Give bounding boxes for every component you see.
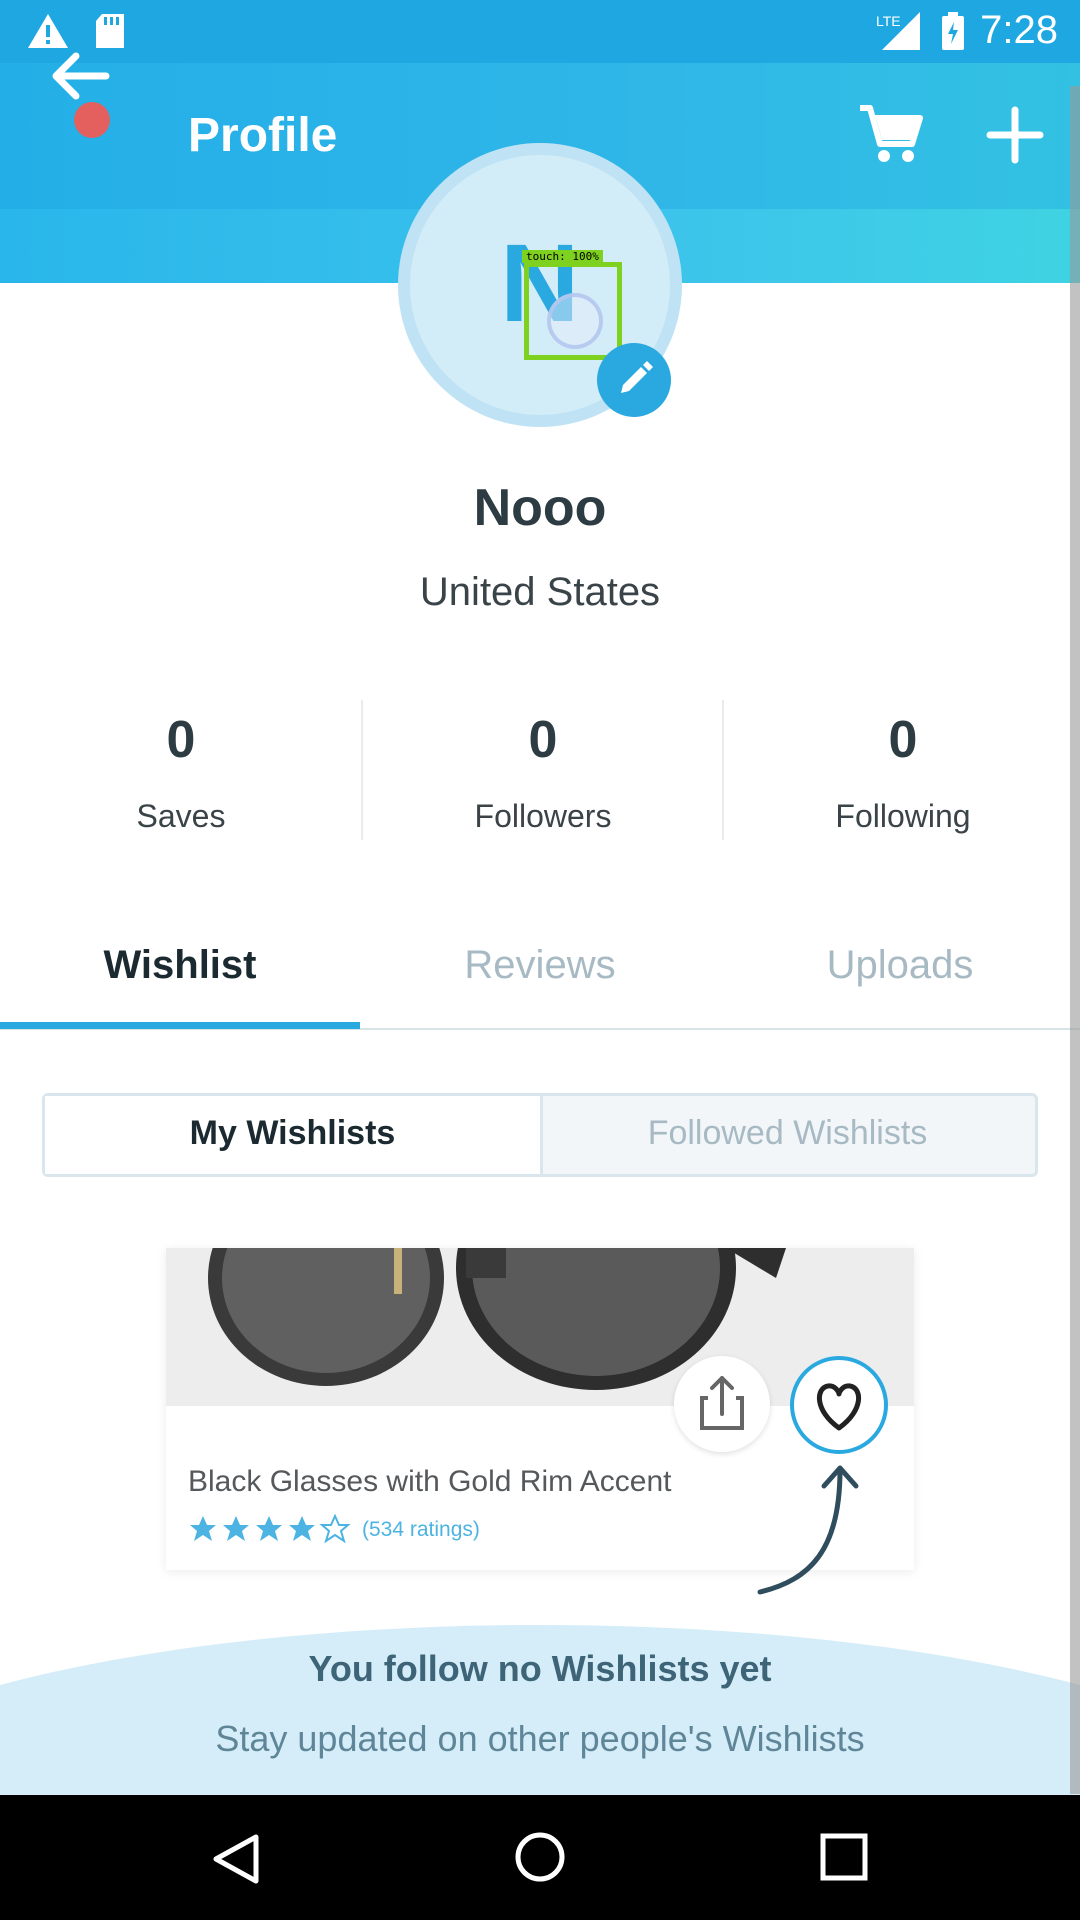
profile-country: United States [419,570,661,614]
profile-name: Nooo [473,479,607,537]
svg-text:LTE: LTE [876,13,901,29]
edit-avatar-button[interactable] [597,343,671,417]
rating-count: (534 ratings) [362,1518,480,1541]
star-icon [256,1516,282,1541]
empty-state-title: You follow no Wishlists yet [308,1648,772,1689]
star-icon [289,1516,315,1541]
back-button[interactable] [40,36,120,116]
stat-value: 0 [888,711,918,769]
system-nav-bar [0,1795,1080,1920]
save-to-wishlist-button[interactable] [790,1356,888,1454]
tab-reviews[interactable]: Reviews [360,943,720,988]
active-tab-indicator [0,1022,360,1029]
touch-label: touch: 100% [522,250,603,263]
nav-home-icon[interactable] [512,1829,568,1885]
cart-icon [860,105,923,162]
status-bar: LTE 7:28 [0,0,1080,63]
plus-icon [986,106,1044,164]
stat-saves[interactable]: 0 Saves [1,710,361,835]
tab-wishlist[interactable]: Wishlist [0,943,360,988]
segment-followed-wishlists[interactable]: Followed Wishlists [540,1114,1035,1153]
back-arrow-icon [52,52,110,100]
status-time: 7:28 [980,8,1058,52]
star-outline-icon [319,1514,351,1544]
star-icon [190,1516,216,1541]
scrollbar[interactable] [1070,86,1080,1794]
product-title: Black Glasses with Gold Rim Accent [188,1465,672,1498]
battery-icon [942,12,964,50]
signal-icon: LTE [876,12,920,50]
empty-state-panel [0,1625,1080,1795]
stat-label: Saves [136,798,226,834]
touch-indicator-dot [74,102,110,138]
nav-recents-icon[interactable] [818,1831,870,1883]
stat-value: 0 [528,711,558,769]
share-icon [700,1376,744,1430]
add-button[interactable] [980,100,1050,170]
empty-state-subtitle: Stay updated on other people's Wishlists [215,1718,865,1759]
segment-my-wishlists-label: My Wishlists [189,1114,396,1152]
stat-label: Followers [474,798,612,834]
stat-followers[interactable]: 0 Followers [363,710,723,835]
tab-uploads[interactable]: Uploads [720,943,1080,988]
pencil-icon [621,361,653,393]
star-rating [190,1514,351,1544]
share-button[interactable] [674,1356,770,1452]
cart-button[interactable] [856,100,926,170]
nav-back-icon[interactable] [208,1831,264,1887]
star-icon [223,1516,249,1541]
stat-following[interactable]: 0 Following [723,710,1080,835]
stat-label: Following [835,798,971,834]
stat-value: 0 [166,711,196,769]
hint-arrow [757,1465,859,1595]
heart-icon [816,1383,862,1431]
page-title: Profile [188,109,338,162]
